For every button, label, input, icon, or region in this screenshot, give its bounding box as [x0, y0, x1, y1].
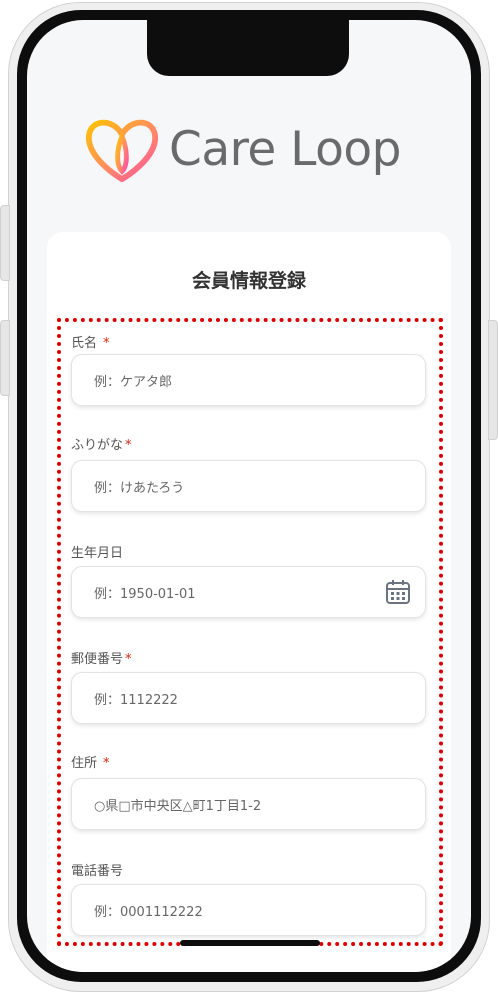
highlight-frame [57, 318, 443, 946]
side-button [488, 320, 498, 440]
page-title: 会員情報登録 [191, 270, 306, 292]
app-screen: Care Loop 会員情報登録 氏名 * 例：ケアタ郎 ふりがな * 例：けあたろ… [27, 20, 471, 972]
side-button [0, 320, 10, 396]
logo-text: Care Loop [169, 121, 401, 177]
side-button [0, 205, 10, 281]
home-indicator [180, 940, 320, 946]
app-logo: Care Loop [83, 110, 401, 188]
notch [147, 20, 349, 76]
heart-loop-logo-icon [86, 119, 158, 183]
